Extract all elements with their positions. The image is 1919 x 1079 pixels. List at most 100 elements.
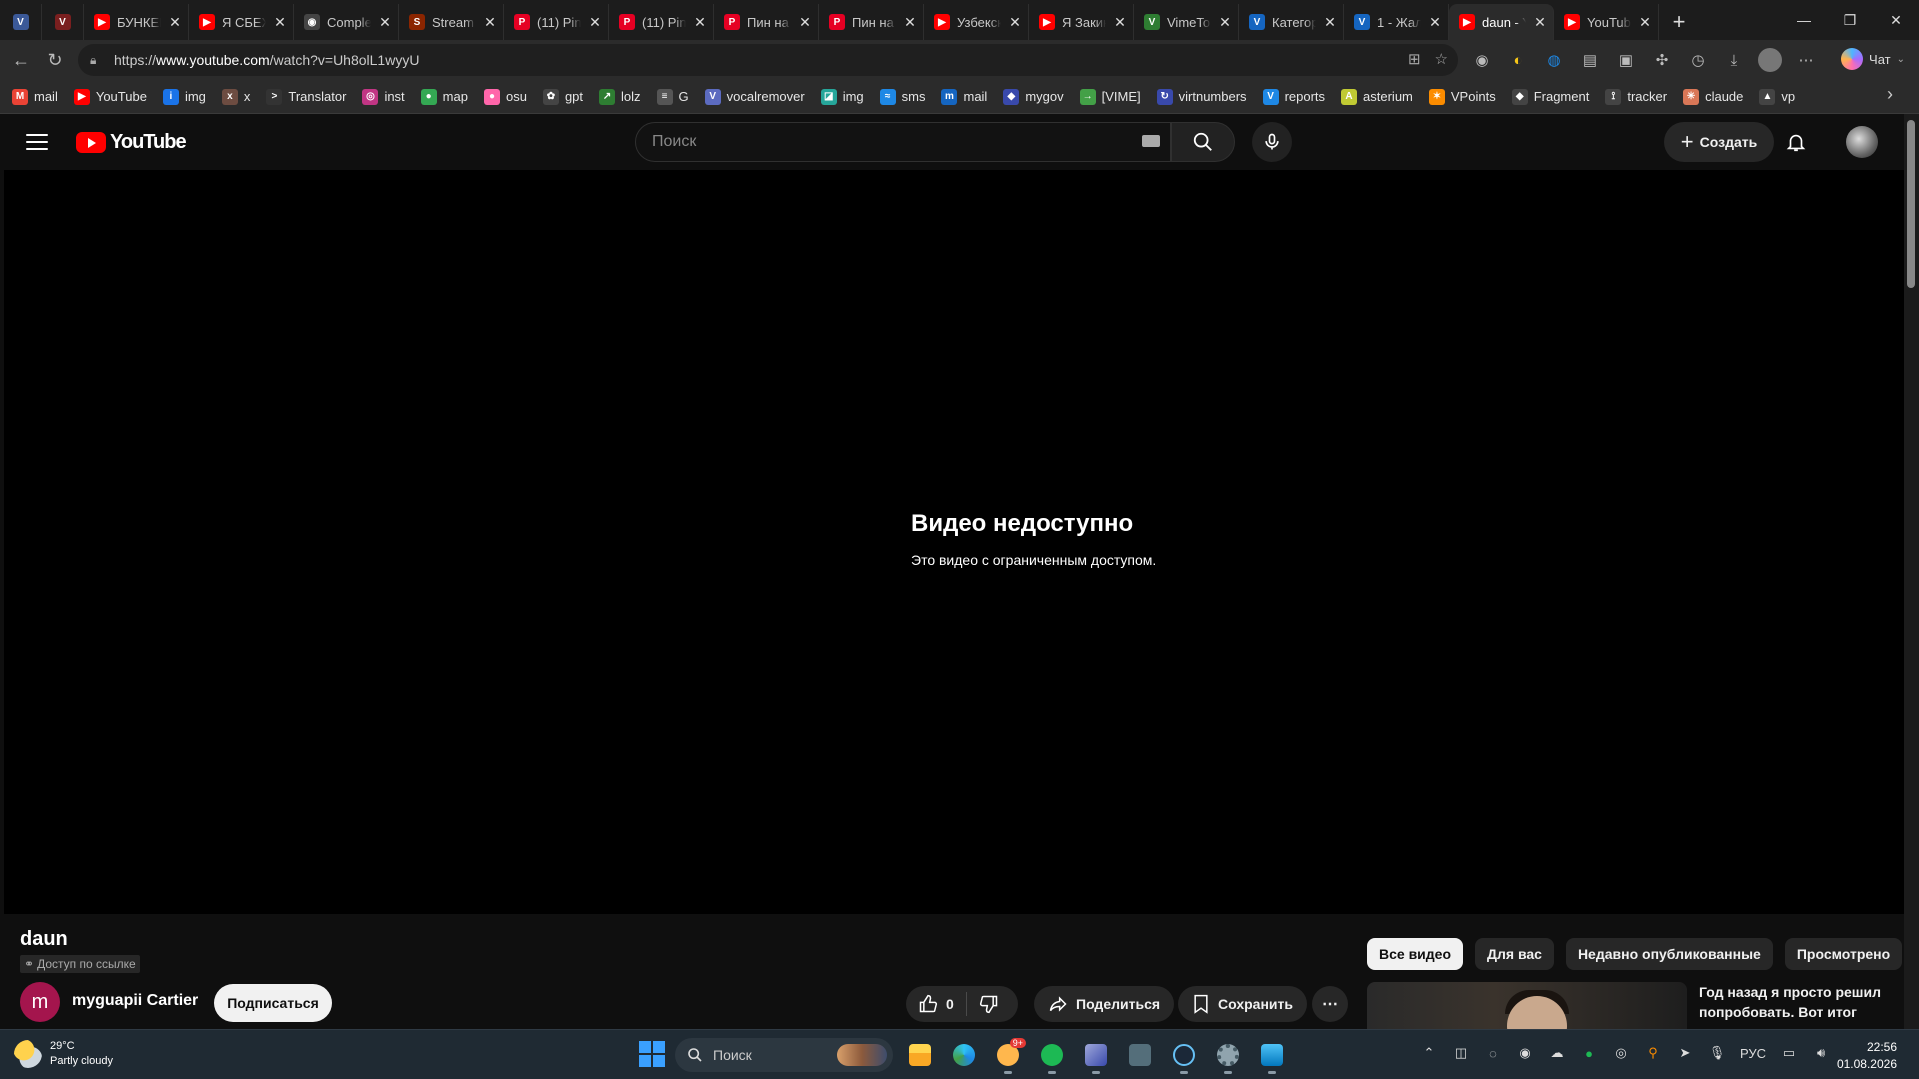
extension-shazam-icon[interactable]: ◍: [1542, 48, 1566, 72]
photos-app[interactable]: [1254, 1038, 1290, 1074]
browser-tab[interactable]: V Категори ✕: [1239, 4, 1344, 40]
settings-app[interactable]: [1210, 1038, 1246, 1074]
browser-tab[interactable]: ▶ Я СБЕЖАЛ ✕: [189, 4, 294, 40]
bookmark-item[interactable]: ✿ gpt: [542, 88, 593, 105]
close-tab-icon[interactable]: ✕: [273, 14, 287, 31]
bookmark-item[interactable]: Vreports: [1262, 88, 1335, 105]
bookmarks-overflow-chevron-icon[interactable]: ›: [1887, 84, 1893, 105]
bookmark-item[interactable]: xx: [221, 88, 261, 105]
bookmark-item[interactable]: > Translator: [266, 88, 356, 105]
bookmark-item[interactable]: i img: [162, 88, 216, 105]
bookmark-item[interactable]: ≈ sms: [879, 88, 936, 105]
close-tab-icon[interactable]: ✕: [588, 14, 602, 31]
search-tray-icon[interactable]: ⚲: [1644, 1044, 1662, 1062]
close-tab-icon[interactable]: ✕: [798, 14, 812, 31]
browser-tab[interactable]: ▶ Я Закину ✕: [1029, 4, 1134, 40]
telegram-icon[interactable]: ➤: [1676, 1044, 1694, 1062]
history-icon[interactable]: ◷: [1686, 48, 1710, 72]
spotify-tray-icon[interactable]: ●: [1580, 1044, 1598, 1062]
bookmark-item[interactable]: Vvocalremover: [704, 88, 815, 105]
close-tab-icon[interactable]: ✕: [903, 14, 917, 31]
account-avatar[interactable]: [1846, 126, 1878, 158]
app-available-icon[interactable]: ⊞: [1408, 50, 1421, 68]
browser-tab[interactable]: P Пин на д ✕: [714, 4, 819, 40]
bookmark-item[interactable]: ↻ virtnumbers: [1156, 88, 1257, 105]
edge-app[interactable]: [946, 1038, 982, 1072]
browser-tab-active[interactable]: ▶ daun - Yo ✕: [1449, 4, 1554, 40]
bookmark-item[interactable]: Aasterium: [1341, 88, 1423, 105]
messenger-app[interactable]: 9+: [990, 1038, 1026, 1074]
profile-avatar-icon[interactable]: [1758, 48, 1782, 72]
create-button[interactable]: + Создать: [1664, 122, 1774, 162]
browser-tab[interactable]: V: [0, 4, 42, 40]
browser-tab[interactable]: P Пин на д ✕: [819, 4, 924, 40]
filter-chip[interactable]: Недавно опубликованные: [1565, 938, 1773, 970]
filter-chip[interactable]: Просмотрено: [1784, 938, 1903, 970]
game-launcher-app[interactable]: [1078, 1038, 1114, 1074]
favorite-star-icon[interactable]: ☆: [1435, 50, 1448, 68]
bookmark-item[interactable]: ◎ inst: [362, 88, 414, 105]
copilot-chat-button[interactable]: Чат ⌄: [1841, 48, 1905, 70]
calculator-app[interactable]: [1122, 1038, 1158, 1072]
onedrive-icon[interactable]: ☁: [1548, 1044, 1566, 1062]
browser-tab[interactable]: ◉ Complete ✕: [294, 4, 399, 40]
new-tab-button[interactable]: +: [1659, 4, 1699, 40]
steam-tray-icon[interactable]: ◎: [1612, 1044, 1630, 1062]
page-scrollbar[interactable]: [1904, 114, 1919, 1029]
tray-app-icon[interactable]: ◫: [1452, 1044, 1470, 1062]
close-tab-icon[interactable]: ✕: [168, 14, 182, 31]
video-player[interactable]: Видео недоступно Это видео с ограниченны…: [4, 170, 1904, 914]
browser-tab[interactable]: ▶ Узбекски ✕: [924, 4, 1029, 40]
scrollbar-thumb[interactable]: [1907, 120, 1915, 288]
browser-tab[interactable]: ▶ YouTube ✕: [1554, 4, 1659, 40]
weather-widget[interactable]: 29°C Partly cloudy: [14, 1039, 113, 1069]
subscribe-button[interactable]: Подписаться: [214, 984, 332, 1022]
bookmark-item[interactable]: ◆ mygov: [1003, 88, 1073, 105]
close-tab-icon[interactable]: ✕: [378, 14, 392, 31]
channel-name[interactable]: myguapii Cartier: [72, 992, 198, 1010]
close-tab-icon[interactable]: ✕: [1533, 14, 1547, 31]
dislike-button[interactable]: [967, 994, 1011, 1014]
extension-box-icon[interactable]: ▤: [1578, 48, 1602, 72]
bookmark-item[interactable]: ↗ lolz: [599, 88, 651, 105]
chevron-up-icon[interactable]: ⌃: [1420, 1044, 1438, 1062]
browser-tab[interactable]: ▶ БУНКЕР ✕: [84, 4, 189, 40]
mic-tray-icon[interactable]: 🎙︎: [1708, 1044, 1726, 1062]
bookmark-item[interactable]: Mmail: [12, 88, 68, 105]
reload-button[interactable]: ↻: [38, 45, 72, 75]
channel-avatar[interactable]: m: [20, 982, 60, 1022]
address-bar[interactable]: 🔒︎ https://www.youtube.com/watch?v=Uh8ol…: [78, 44, 1458, 76]
close-tab-icon[interactable]: ✕: [693, 14, 707, 31]
bookmark-item[interactable]: ✳ claude: [1683, 88, 1753, 105]
notifications-button[interactable]: [1782, 128, 1810, 156]
search-button[interactable]: [1171, 122, 1235, 162]
minimize-button[interactable]: —: [1781, 0, 1827, 40]
close-tab-icon[interactable]: ✕: [1008, 14, 1022, 31]
bookmark-item[interactable]: → [VIME]: [1079, 88, 1151, 105]
close-tab-icon[interactable]: ✕: [1638, 14, 1652, 31]
extension-shield-icon[interactable]: ◉: [1470, 48, 1494, 72]
file-explorer-app[interactable]: [902, 1038, 938, 1072]
browser-tab[interactable]: V VimeTop ✕: [1134, 4, 1239, 40]
guide-menu-icon[interactable]: [26, 131, 48, 153]
close-tab-icon[interactable]: ✕: [1323, 14, 1337, 31]
close-window-button[interactable]: ✕: [1873, 0, 1919, 40]
restore-button[interactable]: ❐: [1827, 0, 1873, 40]
youtube-logo[interactable]: YouTube: [76, 131, 187, 154]
bookmark-item[interactable]: ✶ VPoints: [1428, 88, 1506, 105]
discord-icon[interactable]: ◉: [1516, 1044, 1534, 1062]
recommended-title[interactable]: Год назад я просто решил попробовать. Во…: [1699, 982, 1889, 1022]
bookmark-item[interactable]: ⟟ tracker: [1605, 88, 1677, 105]
extension-bolt-icon[interactable]: ◐: [1506, 48, 1530, 72]
taskbar-search[interactable]: Поиск: [675, 1038, 893, 1072]
spotify-app[interactable]: [1034, 1038, 1070, 1074]
bookmark-item[interactable]: ▶ YouTube: [73, 88, 157, 105]
network-icon[interactable]: ▭: [1780, 1044, 1798, 1062]
filter-chip[interactable]: Для вас: [1475, 938, 1554, 970]
bookmark-item[interactable]: ● osu: [483, 88, 537, 105]
browser-tab[interactable]: P (11) Pinte ✕: [609, 4, 714, 40]
extension-cat-icon[interactable]: ▣: [1614, 48, 1638, 72]
search-input[interactable]: Поиск: [635, 122, 1171, 162]
browser-tab[interactable]: S Stream ✕: [399, 4, 504, 40]
save-button[interactable]: Сохранить: [1178, 986, 1307, 1022]
